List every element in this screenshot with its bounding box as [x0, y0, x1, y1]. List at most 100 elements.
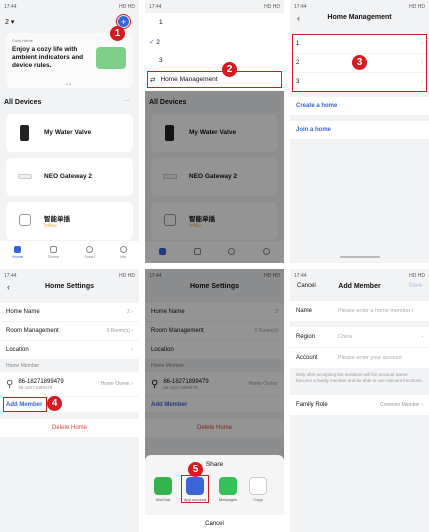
member-role-text: Home Owner: [100, 381, 130, 387]
share-sheet: Share WeChat App account Messages Copy C…: [145, 455, 284, 532]
share-app-copy[interactable]: Copy: [246, 477, 270, 502]
person-icon: ⚲: [6, 378, 14, 390]
gateway-icon: [18, 174, 32, 179]
status-bar: 17:44 HD HD: [290, 0, 429, 13]
device-name: 智能单插: [44, 216, 70, 223]
step-badge: 4: [47, 396, 62, 411]
page-title: Home Management: [327, 14, 392, 21]
device-card[interactable]: 智能单插 Offline: [6, 202, 133, 240]
promo-card[interactable]: Cozy Home Enjoy a cozy life with ambient…: [6, 33, 133, 88]
promo-title: Enjoy a cozy life with ambient indicator…: [12, 46, 84, 69]
share-app-wechat[interactable]: WeChat: [151, 477, 175, 502]
share-app-label: WeChat: [155, 497, 171, 502]
highlight-box: [181, 475, 209, 503]
step-badge: 5: [188, 462, 203, 477]
status-time: 17:44: [4, 272, 17, 279]
home-option-label: 2: [156, 39, 160, 46]
dim-overlay[interactable]: [145, 91, 284, 263]
family-role-field[interactable]: Family Role Common Member ›: [290, 395, 429, 415]
more-icon[interactable]: ···: [124, 98, 130, 104]
account-placeholder: Please enter your account: [338, 355, 402, 361]
create-home-label: Create a home: [296, 103, 338, 109]
home-option[interactable]: 3: [159, 57, 163, 64]
tab-bar: Home Scene Smart Me: [0, 241, 139, 263]
status-icons: HD HD: [409, 272, 425, 279]
home-icon: [14, 245, 22, 253]
status-bar: 17:44 HD HD: [0, 269, 139, 282]
screen-share-sheet: 17:44 HD HD Home Settings Home Name 2 Room…: [145, 269, 284, 532]
name-field[interactable]: Name Please enter a home member r: [290, 301, 429, 321]
home-indicator: [340, 256, 380, 258]
tab-home[interactable]: Home: [12, 245, 23, 259]
device-card[interactable]: NEO Gateway 2: [6, 158, 133, 196]
delete-home-button[interactable]: Delete Home: [0, 419, 139, 437]
location-row[interactable]: Location ›: [0, 341, 139, 359]
home-option-label: 1: [159, 19, 163, 26]
smart-icon: [85, 245, 93, 253]
account-field[interactable]: Account Please enter your account: [290, 348, 429, 368]
share-cancel-button[interactable]: Cancel: [145, 515, 284, 532]
member-text: 86-18271899479 86-18271899479: [18, 379, 63, 390]
chevron-right-icon: ›: [131, 328, 133, 334]
field-label: Region: [296, 334, 316, 340]
device-card[interactable]: My Water Valve: [6, 114, 133, 152]
region-value: China: [338, 334, 353, 340]
chevron-right-icon: ›: [131, 347, 133, 353]
member-name: 86-18271899479: [18, 378, 64, 385]
tab-label: Scene: [47, 253, 60, 259]
share-title: Share: [205, 461, 224, 468]
role-value-text: Common Member: [379, 402, 420, 408]
status-icons: HD HD: [264, 3, 280, 10]
member-sub: 86-18271899479: [18, 384, 53, 390]
step-badge: 1: [110, 26, 125, 41]
section-title: All Devices: [4, 99, 42, 106]
row-label: Home Name: [6, 309, 40, 315]
promo-small-label: Cozy Home: [12, 38, 33, 43]
chevron-right-icon: ›: [131, 381, 133, 387]
share-app-messages[interactable]: Messages: [216, 477, 240, 502]
status-time: 17:44: [149, 3, 162, 10]
status-bar: 17:44 HD HD: [145, 0, 284, 13]
row-label: Room Management: [6, 328, 59, 334]
valve-icon: [20, 125, 29, 141]
device-name: NEO Gateway 2: [44, 173, 93, 180]
member-role: Home Owner ›: [100, 381, 133, 387]
chevron-right-icon: ›: [421, 334, 423, 340]
field-label: Account: [296, 355, 318, 361]
create-home-button[interactable]: Create a home: [290, 97, 429, 115]
row-value-text: 2: [127, 309, 130, 315]
tab-smart[interactable]: Smart: [84, 245, 95, 259]
room-management-row[interactable]: Room Management 0 Room(s) ›: [0, 322, 139, 340]
row-label: Location: [6, 347, 29, 353]
tab-scene[interactable]: Scene: [47, 245, 60, 259]
chevron-down-icon: ▾: [10, 19, 15, 26]
me-icon: [119, 245, 127, 253]
member-row[interactable]: ⚲ 86-18271899479 86-18271899479 Home Owne…: [0, 372, 139, 396]
row-value: 0 Room(s) ›: [107, 328, 133, 334]
device-name: My Water Valve: [44, 129, 92, 136]
screen-home-menu: 17:44 HD HD All Devices My Water Valve NE…: [145, 0, 284, 263]
home-option[interactable]: ✓ 2: [149, 38, 160, 46]
screen-home-settings: 17:44 HD HD ‹ Home Settings Home Name 2 › …: [0, 269, 139, 532]
check-icon: ✓: [149, 39, 155, 46]
offline-label: Offline: [44, 223, 57, 228]
save-button[interactable]: Save: [408, 283, 422, 289]
home-name-row[interactable]: Home Name 2 ›: [0, 303, 139, 321]
name-placeholder: Please enter a home member r: [338, 308, 414, 314]
status-icons: HD HD: [409, 3, 425, 10]
region-field[interactable]: Region China ›: [290, 327, 429, 347]
share-app-label: Copy: [253, 497, 263, 502]
screen-home: 17:44 HD HD 2 ▾ + Cozy Home Enjoy a cozy …: [0, 0, 139, 263]
join-home-button[interactable]: Join a home: [290, 121, 429, 139]
highlight-box: [3, 397, 47, 412]
home-selector[interactable]: 2 ▾: [5, 18, 14, 26]
tab-me[interactable]: Me: [119, 245, 127, 259]
status-icons: HD HD: [119, 3, 135, 10]
tab-label: Me: [120, 253, 126, 259]
member-info: ⚲ 86-18271899479 86-18271899479: [6, 379, 64, 390]
wechat-icon: [154, 477, 172, 495]
house-icon: [96, 47, 126, 69]
page-title: Home Settings: [44, 283, 94, 290]
home-option[interactable]: 1: [159, 19, 163, 26]
field-label: Name: [296, 308, 313, 314]
